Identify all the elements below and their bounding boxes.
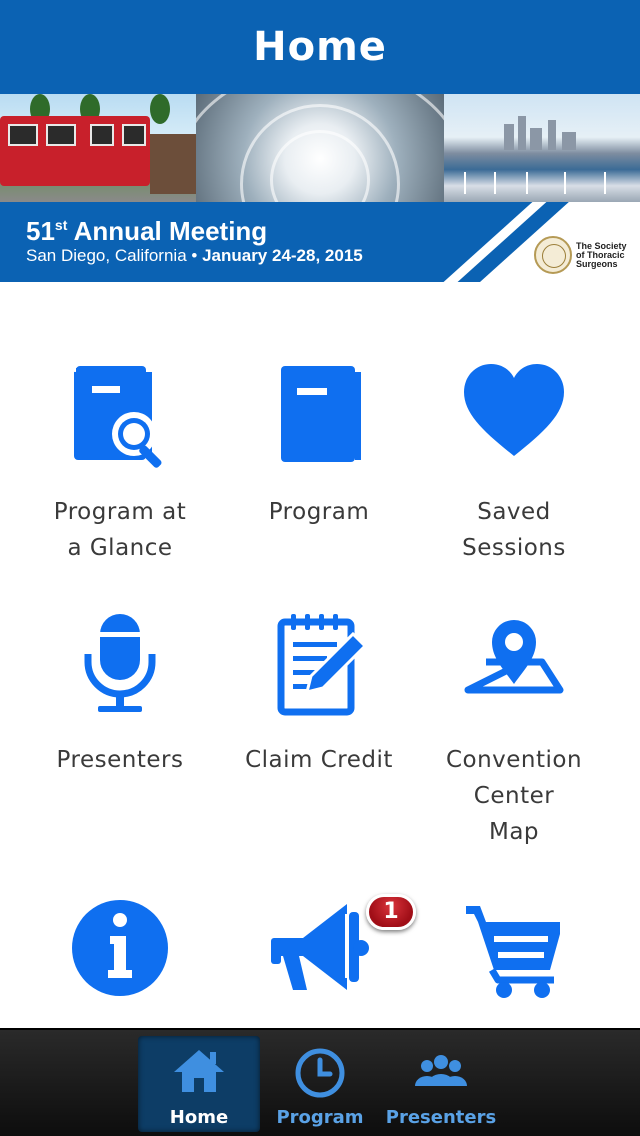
meeting-dates: January 24-28, 2015 bbox=[202, 246, 363, 265]
tile-label: Program at a Glance bbox=[53, 499, 187, 561]
convention-center-map-button[interactable]: Convention Center Map bbox=[407, 612, 621, 850]
heart-icon bbox=[464, 364, 564, 456]
book-icon bbox=[281, 366, 361, 462]
meeting-number: 51 bbox=[26, 216, 55, 246]
meeting-title: 51st Annual Meeting bbox=[26, 216, 267, 247]
home-menu-grid: Program at a Glance Program Saved Sessio… bbox=[0, 282, 640, 1028]
tile-label: Convention Center Map bbox=[445, 747, 583, 845]
banner-photos bbox=[0, 94, 640, 202]
tile-label: Claim Credit bbox=[245, 747, 393, 773]
megaphone-icon bbox=[271, 904, 369, 990]
program-at-a-glance-button[interactable]: Program at a Glance bbox=[13, 364, 227, 566]
trolley-photo bbox=[0, 94, 196, 202]
trolley-window bbox=[90, 124, 114, 146]
skyline-building bbox=[518, 116, 526, 150]
tab-label: Presenters bbox=[385, 1107, 497, 1128]
boat-mast bbox=[494, 172, 496, 194]
tab-bar: Home Program Presenters bbox=[0, 1028, 640, 1136]
saved-sessions-button[interactable]: Saved Sessions bbox=[407, 364, 621, 566]
tab-presenters[interactable]: Presenters bbox=[380, 1036, 502, 1132]
info-button[interactable] bbox=[13, 896, 227, 1000]
meeting-details: San Diego, California • January 24-28, 2… bbox=[26, 246, 363, 266]
meeting-banner: 51st Annual Meeting San Diego, Californi… bbox=[0, 94, 640, 282]
tab-label: Home bbox=[169, 1107, 229, 1128]
sts-org-name: The Society of Thoracic Surgeons bbox=[576, 241, 627, 269]
app-screen: Home 51st Annual Meeting San Diego, Cali… bbox=[0, 0, 640, 1136]
tab-program[interactable]: Program bbox=[259, 1036, 381, 1132]
clock-icon bbox=[295, 1048, 345, 1098]
skyline-building bbox=[504, 124, 514, 150]
cart-icon bbox=[466, 906, 560, 998]
palm-tree bbox=[150, 94, 170, 124]
nav-bar: Home bbox=[0, 0, 640, 94]
tab-label: Program bbox=[276, 1107, 364, 1128]
tile-label: Presenters bbox=[56, 747, 184, 773]
map-pin-icon bbox=[464, 620, 564, 694]
hall-arch bbox=[196, 94, 444, 202]
program-button[interactable]: Program bbox=[212, 364, 426, 530]
tab-home[interactable]: Home bbox=[138, 1036, 260, 1132]
presenters-button[interactable]: Presenters bbox=[13, 612, 227, 778]
skyline-building bbox=[562, 132, 576, 150]
boat-mast bbox=[604, 172, 606, 194]
people-icon bbox=[415, 1055, 467, 1086]
page-title: Home bbox=[253, 24, 387, 70]
convention-hall-photo bbox=[196, 94, 444, 202]
trolley-window bbox=[46, 124, 76, 146]
meeting-name: Annual Meeting bbox=[73, 216, 268, 246]
trolley-window bbox=[8, 124, 38, 146]
boat-mast bbox=[464, 172, 466, 194]
tile-label: Program bbox=[268, 499, 370, 525]
meeting-ordinal: st bbox=[54, 217, 68, 233]
city-skyline-photo bbox=[444, 94, 640, 202]
skyline-building bbox=[530, 128, 542, 150]
home-icon bbox=[174, 1050, 224, 1092]
book-search-icon bbox=[74, 366, 162, 468]
tile-label: Saved Sessions bbox=[462, 499, 566, 561]
meeting-location: San Diego, California • bbox=[26, 246, 198, 265]
sts-seal-logo bbox=[534, 236, 572, 274]
notification-badge: 1 bbox=[366, 894, 416, 930]
station-building bbox=[150, 134, 196, 194]
claim-credit-button[interactable]: Claim Credit bbox=[212, 612, 426, 778]
info-icon bbox=[72, 900, 168, 996]
notepad-pencil-icon bbox=[277, 614, 368, 716]
boat-mast bbox=[526, 172, 528, 194]
store-cart-button[interactable] bbox=[407, 896, 621, 1000]
microphone-icon bbox=[84, 614, 156, 712]
boat-mast bbox=[564, 172, 566, 194]
skyline-building bbox=[548, 120, 556, 150]
trolley-window bbox=[122, 124, 146, 146]
